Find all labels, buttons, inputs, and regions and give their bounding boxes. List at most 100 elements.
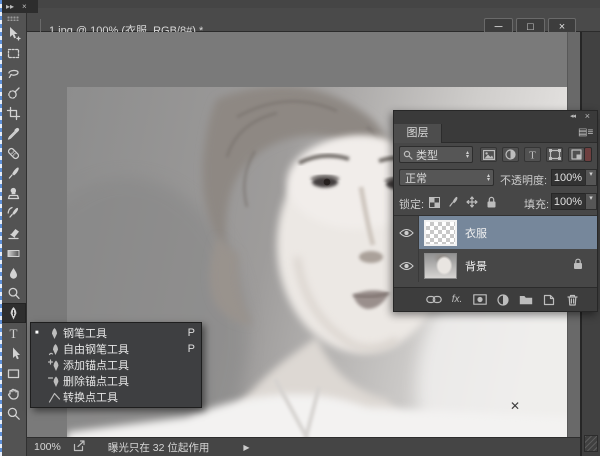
pen-tool[interactable]	[0, 303, 26, 323]
marquee-tool[interactable]	[0, 43, 26, 63]
pen-tool-flyout-menu: ■ 钢笔工具 P 自由钢笔工具 P 添加锚点工具	[30, 322, 202, 408]
path-selection-tool[interactable]	[0, 343, 26, 363]
visibility-toggle[interactable]	[394, 249, 419, 282]
menu-item-freeform-pen-tool[interactable]: 自由钢笔工具 P	[31, 341, 201, 357]
layer-row-clothes[interactable]: 衣服	[394, 216, 597, 249]
blend-mode-value: 正常	[405, 170, 427, 186]
lock-image-pixels-icon[interactable]	[445, 194, 461, 210]
link-layers-icon[interactable]	[426, 292, 442, 308]
smart-object-filter-icon[interactable]	[568, 147, 585, 162]
menu-shortcut: P	[185, 327, 195, 339]
add-layer-mask-icon[interactable]	[472, 292, 488, 308]
add-anchor-pen-icon	[45, 359, 63, 372]
delete-anchor-pen-icon	[45, 375, 63, 388]
layer-style-icon[interactable]: fx.	[449, 292, 465, 308]
opacity-dropdown-button[interactable]	[585, 169, 597, 186]
new-layer-icon[interactable]	[541, 292, 557, 308]
menu-item-convert-point-tool[interactable]: 转换点工具	[31, 389, 201, 405]
adjustment-layer-icon[interactable]	[495, 292, 511, 308]
menu-item-pen-tool[interactable]: ■ 钢笔工具 P	[31, 325, 201, 341]
convert-point-icon	[45, 391, 63, 404]
menu-item-add-anchor-tool[interactable]: 添加锚点工具	[31, 357, 201, 373]
layer-thumbnail-transparent[interactable]	[424, 220, 457, 246]
crop-tool[interactable]	[0, 103, 26, 123]
panel-close-icon[interactable]: ×	[585, 111, 590, 121]
blur-tool[interactable]	[0, 263, 26, 283]
gradient-tool[interactable]	[0, 243, 26, 263]
dodge-tool[interactable]	[0, 283, 26, 303]
blend-mode-dropdown[interactable]: 正常	[399, 169, 494, 186]
type-tool[interactable]: T	[0, 323, 26, 343]
adjustment-layer-filter-icon[interactable]	[502, 147, 519, 162]
eyedropper-tool[interactable]	[0, 123, 26, 143]
hand-tool[interactable]	[0, 383, 26, 403]
lock-row: 锁定: 填充: 100%	[394, 191, 597, 215]
filter-kind-dropdown[interactable]: 类型	[399, 146, 473, 163]
fill-value[interactable]: 100%	[551, 193, 586, 210]
type-layer-filter-icon[interactable]: T	[524, 147, 541, 162]
visibility-toggle[interactable]	[394, 216, 419, 249]
blend-row: 正常 不透明度: 100%	[394, 167, 597, 191]
opacity-value[interactable]: 100%	[551, 169, 586, 186]
filter-toggle-switch[interactable]	[584, 147, 592, 162]
panel-menu-icon[interactable]: ▤≡	[578, 127, 592, 139]
zoom-tool[interactable]	[0, 403, 26, 423]
panel-collapse-icon[interactable]: ◂◂	[570, 112, 575, 120]
zoom-level-field[interactable]: 100%	[34, 441, 61, 453]
delete-layer-icon[interactable]	[564, 292, 580, 308]
tools-panel: T	[0, 13, 27, 456]
move-tool[interactable]	[0, 23, 26, 43]
opacity-label: 不透明度:	[500, 172, 547, 188]
eye-icon	[399, 261, 414, 271]
toolbar-grip[interactable]	[7, 16, 19, 21]
resize-grip[interactable]	[584, 435, 598, 452]
brush-tool[interactable]	[0, 163, 26, 183]
layer-name[interactable]: 背景	[465, 258, 487, 274]
status-bar: 100% 曝光只在 32 位起作用 ▶	[27, 437, 580, 456]
eye-icon	[399, 228, 414, 238]
layer-row-background[interactable]: 背景	[394, 249, 597, 282]
lock-all-icon[interactable]	[483, 194, 499, 210]
svg-text:T: T	[529, 150, 536, 161]
lock-position-icon[interactable]	[464, 194, 480, 210]
updown-arrows-icon	[487, 174, 490, 182]
screenshot-left-edge-artifact	[0, 0, 2, 456]
layer-thumbnail-photo[interactable]	[424, 253, 457, 279]
menu-item-delete-anchor-tool[interactable]: 删除锚点工具	[31, 373, 201, 389]
fill-label: 填充:	[524, 196, 549, 212]
menu-item-label: 钢笔工具	[63, 325, 185, 341]
menu-item-label: 添加锚点工具	[63, 357, 185, 373]
layer-name[interactable]: 衣服	[465, 225, 487, 241]
filter-kind-label: 类型	[416, 147, 438, 163]
collapse-icon[interactable]: ▸▸	[6, 2, 14, 11]
status-arrow-icon[interactable]: ▶	[243, 443, 249, 452]
shape-layer-filter-icon[interactable]	[546, 147, 563, 162]
lock-transparent-pixels-icon[interactable]	[426, 194, 442, 210]
quick-selection-tool[interactable]	[0, 83, 26, 103]
close-icon[interactable]: ×	[22, 2, 27, 11]
menu-item-label: 自由钢笔工具	[63, 341, 185, 357]
toolbar-header: ▸▸ ×	[0, 0, 38, 13]
selected-bullet-icon: ■	[35, 330, 45, 336]
fill-dropdown-button[interactable]	[585, 193, 597, 210]
lasso-tool[interactable]	[0, 63, 26, 83]
photoshop-window: 1.jpg @ 100% (衣服, RGB/8#) * ─ □ × ▸▸ ×	[0, 0, 600, 456]
shape-tool[interactable]	[0, 363, 26, 383]
healing-brush-tool[interactable]	[0, 143, 26, 163]
panel-drag-bar[interactable]: ◂◂ ×	[394, 111, 597, 124]
tab-layers[interactable]: 图层	[394, 124, 442, 143]
menu-item-label: 转换点工具	[63, 389, 185, 405]
freeform-pen-icon	[45, 343, 63, 356]
cursor-x-mark: ✕	[510, 399, 520, 413]
clone-stamp-tool[interactable]	[0, 183, 26, 203]
history-brush-tool[interactable]	[0, 203, 26, 223]
eraser-tool[interactable]	[0, 223, 26, 243]
svg-text:T: T	[9, 326, 17, 341]
export-icon[interactable]	[73, 440, 86, 455]
new-group-icon[interactable]	[518, 292, 534, 308]
layers-list: 衣服 背景	[394, 215, 597, 287]
pixel-layer-filter-icon[interactable]	[480, 147, 497, 162]
layer-lock-icon	[573, 258, 583, 273]
search-icon	[403, 150, 413, 160]
panel-tab-bar: 图层 ▤≡	[394, 124, 597, 143]
